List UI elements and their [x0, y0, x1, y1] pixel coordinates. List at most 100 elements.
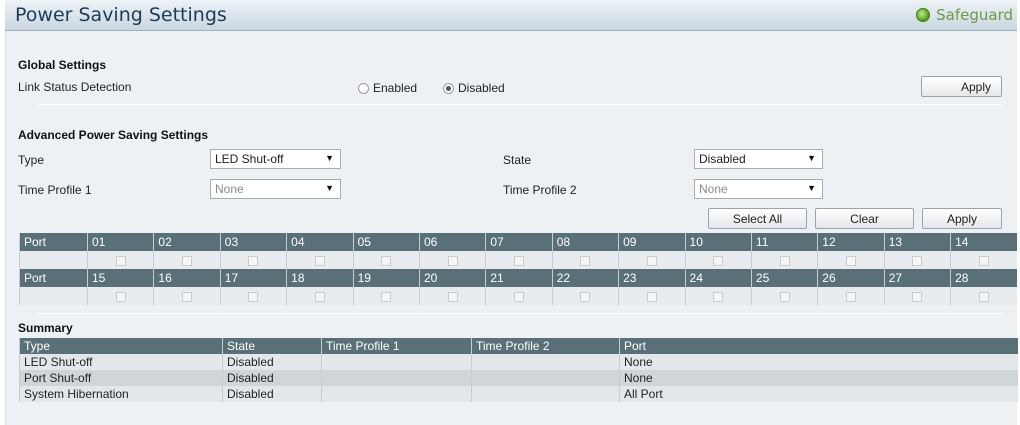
- safeguard-indicator[interactable]: Safeguard: [916, 6, 1013, 24]
- port-checkbox-01[interactable]: [115, 255, 126, 266]
- state-select[interactable]: Disabled ▼: [694, 149, 823, 169]
- port-number: 27: [883, 269, 951, 287]
- time-profile-1-value: None: [215, 182, 244, 196]
- port-number: 12: [817, 233, 885, 251]
- port-checkbox-cell: [86, 251, 154, 269]
- port-checkbox-22[interactable]: [580, 291, 591, 302]
- enabled-radio-option[interactable]: Enabled: [358, 81, 417, 95]
- disabled-radio-option[interactable]: Disabled: [443, 81, 505, 95]
- port-number: 28: [950, 269, 1017, 287]
- port-checkbox-cell: [153, 251, 221, 269]
- select-all-button[interactable]: Select All: [708, 208, 807, 229]
- port-checkbox-03[interactable]: [248, 255, 259, 266]
- safeguard-status-icon: [916, 8, 931, 22]
- port-checkbox-21[interactable]: [514, 291, 525, 302]
- port-checkbox-10[interactable]: [713, 255, 724, 266]
- port-number: 14: [950, 233, 1017, 251]
- port-checkbox-11[interactable]: [779, 255, 790, 266]
- port-checkbox-cell: [618, 287, 686, 305]
- port-checkbox-cell: [950, 251, 1017, 269]
- summary-column-header: Time Profile 1: [321, 338, 472, 354]
- port-checkbox-row-spacer: [19, 287, 88, 305]
- port-number: 15: [86, 269, 154, 287]
- port-number: 21: [485, 269, 553, 287]
- port-checkbox-18[interactable]: [314, 291, 325, 302]
- port-number: 17: [219, 269, 287, 287]
- port-checkbox-25[interactable]: [779, 291, 790, 302]
- summary-cell: Disabled: [222, 386, 322, 402]
- divider: [38, 313, 1001, 314]
- port-checkbox-09[interactable]: [646, 255, 657, 266]
- port-checkbox-cell: [219, 287, 287, 305]
- page-title: Power Saving Settings: [15, 4, 227, 26]
- disabled-radio[interactable]: [443, 82, 454, 94]
- summary-cell: [471, 370, 620, 386]
- port-checkbox-19[interactable]: [381, 291, 392, 302]
- summary-cell: All Port: [619, 386, 1018, 402]
- summary-cell: Port Shut-off: [19, 370, 223, 386]
- time-profile-2-label: Time Profile 2: [503, 183, 577, 197]
- chevron-down-icon: ▼: [807, 183, 816, 193]
- clear-button[interactable]: Clear: [815, 208, 914, 229]
- port-number: 09: [618, 233, 686, 251]
- port-checkbox-row: [19, 287, 1017, 305]
- port-checkbox-16[interactable]: [182, 291, 193, 302]
- port-checkbox-cell: [86, 287, 154, 305]
- port-checkbox-27[interactable]: [912, 291, 923, 302]
- type-label: Type: [18, 153, 45, 167]
- port-checkbox-cell: [817, 251, 885, 269]
- chevron-down-icon: ▼: [325, 153, 334, 163]
- port-checkbox-14[interactable]: [979, 255, 990, 266]
- title-bar: Power Saving Settings Safeguard: [5, 0, 1017, 31]
- port-checkbox-06[interactable]: [447, 255, 458, 266]
- type-select[interactable]: LED Shut-off ▼: [210, 149, 341, 169]
- global-apply-button[interactable]: Apply: [921, 76, 1002, 97]
- type-select-value: LED Shut-off: [215, 152, 284, 166]
- port-checkbox-13[interactable]: [912, 255, 923, 266]
- port-row-label: Port: [19, 233, 88, 251]
- port-number: 11: [750, 233, 818, 251]
- port-checkbox-12[interactable]: [845, 255, 856, 266]
- summary-cell: System Hibernation: [19, 386, 223, 402]
- enabled-radio[interactable]: [358, 82, 369, 94]
- summary-header-row: Type State Time Profile 1 Time Profile 2 Por…: [19, 338, 1018, 354]
- port-number: 18: [286, 269, 354, 287]
- port-checkbox-26[interactable]: [845, 291, 856, 302]
- summary-cell: [321, 370, 472, 386]
- port-number: 20: [418, 269, 486, 287]
- summary-cell: [321, 354, 472, 370]
- port-checkbox-cell: [485, 287, 553, 305]
- port-checkbox-cell: [352, 251, 420, 269]
- port-checkbox-15[interactable]: [115, 291, 126, 302]
- port-checkbox-cell: [418, 287, 486, 305]
- port-checkbox-07[interactable]: [514, 255, 525, 266]
- port-checkbox-28[interactable]: [979, 291, 990, 302]
- advanced-apply-button[interactable]: Apply: [922, 208, 1002, 229]
- summary-cell: Disabled: [222, 354, 322, 370]
- time-profile-1-select[interactable]: None ▼: [210, 179, 341, 199]
- port-checkbox-cell: [551, 287, 619, 305]
- port-checkbox-04[interactable]: [314, 255, 325, 266]
- time-profile-1-label: Time Profile 1: [18, 183, 92, 197]
- port-number: 06: [418, 233, 486, 251]
- port-checkbox-24[interactable]: [713, 291, 724, 302]
- port-checkbox-23[interactable]: [646, 291, 657, 302]
- port-checkbox-cell: [750, 251, 818, 269]
- port-checkbox-cell: [684, 287, 752, 305]
- port-table: Port 01 02 03 04 05 06 07 08 09 10 11 12 13 14 Port 15 16…: [19, 233, 1017, 305]
- port-checkbox-08[interactable]: [580, 255, 591, 266]
- time-profile-2-select[interactable]: None ▼: [694, 179, 823, 199]
- port-checkbox-20[interactable]: [447, 291, 458, 302]
- summary-row: System Hibernation Disabled All Port: [19, 386, 1018, 402]
- port-checkbox-cell: [551, 251, 619, 269]
- link-status-detection-label: Link Status Detection: [18, 80, 132, 94]
- summary-column-header: Time Profile 2: [471, 338, 620, 354]
- port-checkbox-17[interactable]: [248, 291, 259, 302]
- state-label: State: [503, 153, 532, 167]
- port-checkbox-cell: [883, 251, 951, 269]
- port-number: 07: [485, 233, 553, 251]
- advanced-settings-heading: Advanced Power Saving Settings: [18, 128, 209, 142]
- port-checkbox-02[interactable]: [182, 255, 193, 266]
- summary-cell: Disabled: [222, 370, 322, 386]
- port-checkbox-05[interactable]: [381, 255, 392, 266]
